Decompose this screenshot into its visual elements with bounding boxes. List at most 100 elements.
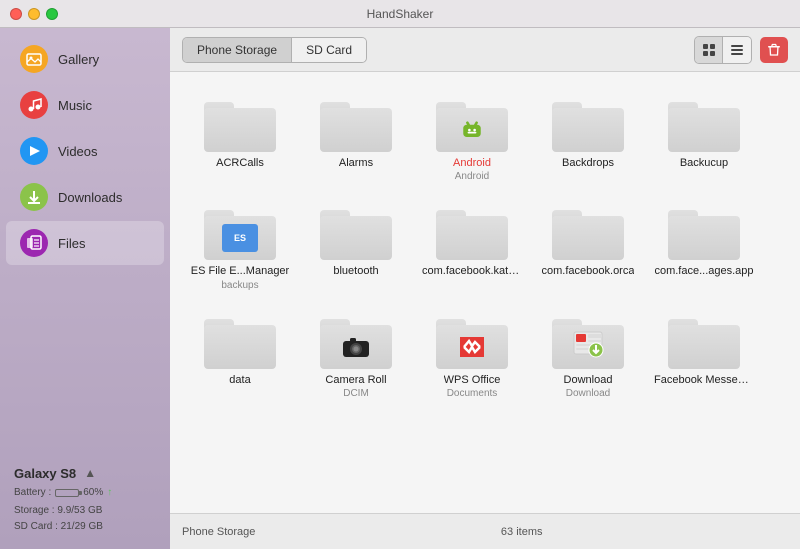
folder-icon (668, 204, 740, 260)
view-toggle (694, 36, 752, 64)
folder-overlay (436, 108, 508, 152)
videos-label: Videos (58, 144, 98, 159)
folder-body (204, 325, 276, 369)
eject-button[interactable]: ▲ (82, 465, 98, 481)
folder-icon (552, 313, 624, 369)
file-item[interactable]: WPS Office Documents (418, 305, 526, 405)
toolbar: Phone Storage SD Card (170, 28, 800, 72)
folder-icon (204, 313, 276, 369)
file-name: Download (564, 373, 613, 387)
folder-icon (668, 313, 740, 369)
file-name: com.facebook.orca (542, 264, 635, 278)
folder-icon (552, 96, 624, 152)
sdcard-row: SD Card : 21/29 GB (14, 519, 156, 535)
status-path: Phone Storage (182, 526, 255, 538)
folder-overlay (552, 325, 624, 369)
gallery-icon (20, 45, 48, 73)
folder-body (204, 108, 276, 152)
phone-storage-tab[interactable]: Phone Storage (183, 38, 292, 62)
sidebar: Gallery Music Videos (0, 28, 170, 549)
titlebar: HandShaker (0, 0, 800, 28)
downloads-icon (20, 183, 48, 211)
sd-card-tab[interactable]: SD Card (292, 38, 366, 62)
file-name: com.face...ages.app (654, 264, 753, 278)
file-name: Android (453, 156, 491, 170)
sidebar-item-downloads[interactable]: Downloads (6, 175, 164, 219)
folder-body (552, 325, 624, 369)
file-item[interactable]: com.face...ages.app (650, 196, 758, 296)
file-item[interactable]: com.facebook.katana (418, 196, 526, 296)
files-label: Files (58, 236, 85, 251)
device-stats: Battery : 60% ↑ Storage : 9.9/53 GB SD C… (14, 485, 156, 535)
file-name: com.facebook.katana (422, 264, 522, 278)
sidebar-item-videos[interactable]: Videos (6, 129, 164, 173)
file-item[interactable]: data (186, 305, 294, 405)
music-icon (20, 91, 48, 119)
minimize-button[interactable] (28, 8, 40, 20)
folder-body (320, 108, 392, 152)
file-grid: ACRCalls Alarms Android Android (170, 72, 800, 513)
file-name: ES File E...Manager (191, 264, 289, 278)
storage-tabs: Phone Storage SD Card (182, 37, 367, 63)
file-item[interactable]: Backucup (650, 88, 758, 188)
file-sub: DCIM (343, 388, 369, 399)
file-sub: Android (455, 171, 489, 182)
battery-row: Battery : 60% ↑ (14, 485, 156, 501)
main-container: Gallery Music Videos (0, 28, 800, 549)
folder-overlay: ES (204, 216, 276, 260)
files-icon (20, 229, 48, 257)
sidebar-item-music[interactable]: Music (6, 83, 164, 127)
folder-icon (668, 96, 740, 152)
delete-button[interactable] (760, 37, 788, 63)
file-item[interactable]: Facebook Messenger (650, 305, 758, 405)
file-item[interactable]: Backdrops (534, 88, 642, 188)
battery-bar (55, 489, 79, 497)
folder-body (668, 325, 740, 369)
folder-overlay (436, 325, 508, 369)
storage-row: Storage : 9.9/53 GB (14, 503, 156, 519)
file-name: data (229, 373, 250, 387)
list-view-button[interactable] (723, 37, 751, 63)
folder-body (436, 108, 508, 152)
close-button[interactable] (10, 8, 22, 20)
folder-body: ES (204, 216, 276, 260)
folder-body (552, 216, 624, 260)
videos-icon (20, 137, 48, 165)
status-bar: Phone Storage 63 items (170, 513, 800, 549)
file-item[interactable]: ES ES File E...Manager backups (186, 196, 294, 296)
device-info: Galaxy S8 ▲ Battery : 60% ↑ Storage : 9.… (0, 455, 170, 549)
file-item[interactable]: Alarms (302, 88, 410, 188)
file-item[interactable]: ACRCalls (186, 88, 294, 188)
sidebar-item-gallery[interactable]: Gallery (6, 37, 164, 81)
device-name-text: Galaxy S8 (14, 466, 76, 481)
file-name: Alarms (339, 156, 373, 170)
folder-overlay (320, 325, 392, 369)
file-name: bluetooth (333, 264, 378, 278)
grid-view-button[interactable] (695, 37, 723, 63)
folder-body (436, 216, 508, 260)
file-item[interactable]: Camera Roll DCIM (302, 305, 410, 405)
folder-body (668, 108, 740, 152)
content-area: Phone Storage SD Card (170, 28, 800, 549)
folder-icon (320, 313, 392, 369)
downloads-label: Downloads (58, 190, 122, 205)
file-name: Backdrops (562, 156, 614, 170)
folder-body (320, 216, 392, 260)
file-name: WPS Office (444, 373, 501, 387)
file-name: Camera Roll (325, 373, 386, 387)
file-item[interactable]: com.facebook.orca (534, 196, 642, 296)
window-controls (10, 8, 58, 20)
file-item[interactable]: Android Android (418, 88, 526, 188)
file-item[interactable]: bluetooth (302, 196, 410, 296)
file-sub: Documents (447, 388, 498, 399)
folder-icon (436, 96, 508, 152)
folder-icon (320, 96, 392, 152)
maximize-button[interactable] (46, 8, 58, 20)
file-name: Facebook Messenger (654, 373, 754, 387)
sidebar-item-files[interactable]: Files (6, 221, 164, 265)
file-name: Backucup (680, 156, 728, 170)
file-item[interactable]: Download Download (534, 305, 642, 405)
device-name-row: Galaxy S8 ▲ (14, 465, 156, 481)
status-count: 63 items (255, 526, 788, 538)
folder-body (552, 108, 624, 152)
